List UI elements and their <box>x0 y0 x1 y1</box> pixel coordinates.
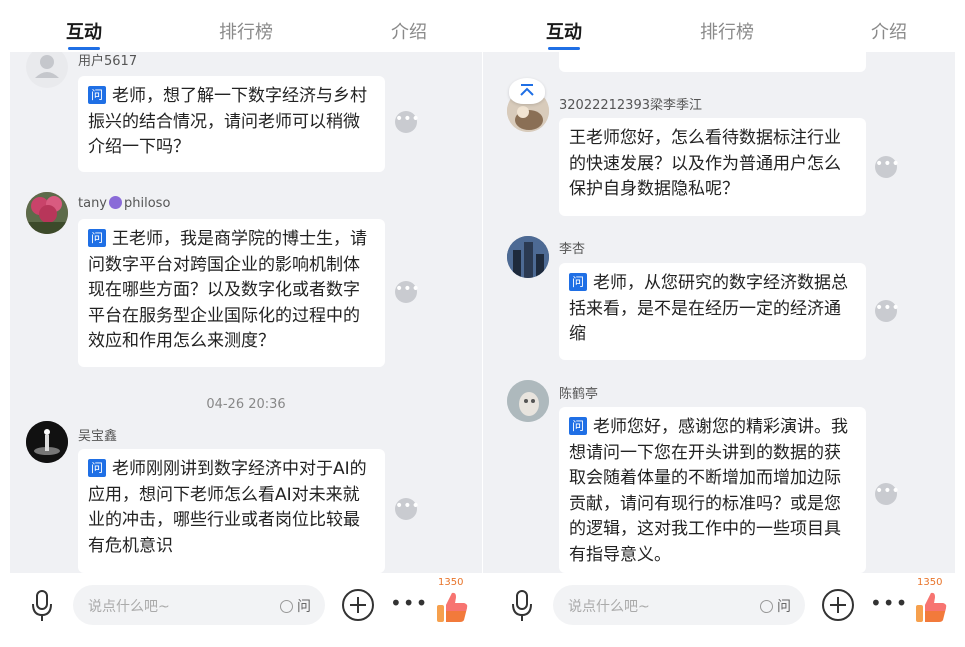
username[interactable]: 用户5617 <box>78 52 137 69</box>
tab-interact[interactable]: 互动 <box>66 18 102 44</box>
username[interactable]: tany philoso <box>78 196 170 211</box>
plus-icon[interactable] <box>342 589 374 621</box>
tab-ranking[interactable]: 排行榜 <box>219 18 273 44</box>
ask-toggle[interactable]: 问 <box>280 596 311 616</box>
message-text: 王老师您好，怎么看待数据标注行业的快速发展？以及作为普通用户怎么保护自身数据隐私… <box>569 128 841 199</box>
time-divider: 04-26 20:36 <box>206 397 286 412</box>
message-text: 老师，想了解一下数字经济与乡村振兴的结合情况，请问老师可以稍微介绍一下吗？ <box>88 86 367 157</box>
like-button[interactable]: 1350 <box>432 577 472 629</box>
default-avatar-icon[interactable] <box>26 52 68 88</box>
more-options-icon[interactable]: ••• <box>875 156 900 178</box>
bottom-bar: 说点什么吧~ 问 ••• 1350 <box>10 573 482 647</box>
message-text: 老师您好，感谢您的精彩演讲。我想请问一下您在开头讲到的数据的获取会随着体量的不断… <box>569 417 848 565</box>
tab-interact[interactable]: 互动 <box>546 18 582 44</box>
tab-intro[interactable]: 介绍 <box>391 18 427 44</box>
radio-icon <box>280 600 293 613</box>
tab-bar: 互动 排行榜 介绍 <box>483 0 955 52</box>
mic-icon[interactable] <box>30 589 54 623</box>
comment-input[interactable]: 说点什么吧~ 问 <box>553 585 805 625</box>
user-avatar[interactable] <box>26 421 68 463</box>
question-badge: 问 <box>569 417 587 435</box>
question-bubble[interactable]: 问老师，想了解一下数字经济与乡村振兴的结合情况，请问老师可以稍微介绍一下吗？ <box>78 76 385 172</box>
ask-toggle[interactable]: 问 <box>760 596 791 616</box>
input-placeholder: 说点什么吧~ <box>568 599 650 615</box>
more-options-icon[interactable]: ••• <box>875 483 900 505</box>
tab-bar: 互动 排行榜 介绍 <box>10 0 482 52</box>
message-text: 老师刚刚讲到数字经济中对于AI的应用，想问下老师怎么看AI对未来就业的冲击，哪些… <box>88 459 367 556</box>
comment-feed[interactable]: 32022212393梁李季江 王老师您好，怎么看待数据标注行业的快速发展？以及… <box>483 52 955 573</box>
tab-ranking[interactable]: 排行榜 <box>700 18 754 44</box>
more-icon[interactable]: ••• <box>390 591 428 615</box>
like-button[interactable]: 1350 <box>911 577 951 629</box>
question-bubble[interactable]: 问王老师，我是商学院的博士生，请问数字平台对跨国企业的影响机制体现在哪些方面？以… <box>78 219 385 367</box>
left-panel: 互动 排行榜 介绍 用户5617 问老师，想了解一下数字经济与乡村振兴的结合情况… <box>10 0 482 647</box>
comment-input[interactable]: 说点什么吧~ 问 <box>73 585 325 625</box>
comment-feed[interactable]: 用户5617 问老师，想了解一下数字经济与乡村振兴的结合情况，请问老师可以稍微介… <box>10 52 482 573</box>
more-options-icon[interactable]: ••• <box>395 111 420 133</box>
user-avatar[interactable] <box>26 192 68 234</box>
more-options-icon[interactable]: ••• <box>395 498 420 520</box>
mic-icon[interactable] <box>510 589 534 623</box>
tab-active-indicator <box>548 47 580 50</box>
question-badge: 问 <box>88 229 106 247</box>
question-bubble[interactable]: 问老师，从您研究的数字经济数据总括来看，是不是在经历一定的经济通缩 <box>559 263 866 360</box>
question-bubble[interactable]: 问老师刚刚讲到数字经济中对于AI的应用，想问下老师怎么看AI对未来就业的冲击，哪… <box>78 449 385 573</box>
question-bubble[interactable]: 王老师您好，怎么看待数据标注行业的快速发展？以及作为普通用户怎么保护自身数据隐私… <box>559 118 866 216</box>
tab-active-indicator <box>68 47 100 50</box>
question-badge: 问 <box>569 273 587 291</box>
user-avatar[interactable] <box>507 236 549 278</box>
like-count: 1350 <box>917 577 943 588</box>
question-badge: 问 <box>88 86 106 104</box>
more-icon[interactable]: ••• <box>870 591 908 615</box>
bottom-bar: 说点什么吧~ 问 ••• 1350 <box>483 573 955 647</box>
right-panel: 互动 排行榜 介绍 32022212393梁李季江 王老师您好，怎么看待数据标注… <box>483 0 955 647</box>
thumbs-up-icon <box>916 592 947 622</box>
tab-intro[interactable]: 介绍 <box>871 18 907 44</box>
username[interactable]: 32022212393梁李季江 <box>559 94 702 113</box>
username[interactable]: 李杏 <box>559 238 585 257</box>
question-bubble[interactable]: 问老师您好，感谢您的精彩演讲。我想请问一下您在开头讲到的数据的获取会随着体量的不… <box>559 407 866 573</box>
thumbs-up-icon <box>437 592 468 622</box>
scroll-top-icon[interactable] <box>509 78 545 104</box>
radio-icon <box>760 600 773 613</box>
more-options-icon[interactable]: ••• <box>395 281 420 303</box>
like-count: 1350 <box>438 577 464 588</box>
more-options-icon[interactable]: ••• <box>875 300 900 322</box>
username[interactable]: 吴宝鑫 <box>78 425 117 444</box>
question-bubble-partial[interactable] <box>559 52 866 72</box>
question-badge: 问 <box>88 459 106 477</box>
message-text: 老师，从您研究的数字经济数据总括来看，是不是在经历一定的经济通缩 <box>569 273 848 344</box>
input-placeholder: 说点什么吧~ <box>88 599 170 615</box>
plus-icon[interactable] <box>822 589 854 621</box>
user-avatar[interactable] <box>507 380 549 422</box>
message-text: 王老师，我是商学院的博士生，请问数字平台对跨国企业的影响机制体现在哪些方面？以及… <box>88 229 367 351</box>
username[interactable]: 陈鹤亭 <box>559 383 598 402</box>
emoji-icon <box>109 196 122 209</box>
